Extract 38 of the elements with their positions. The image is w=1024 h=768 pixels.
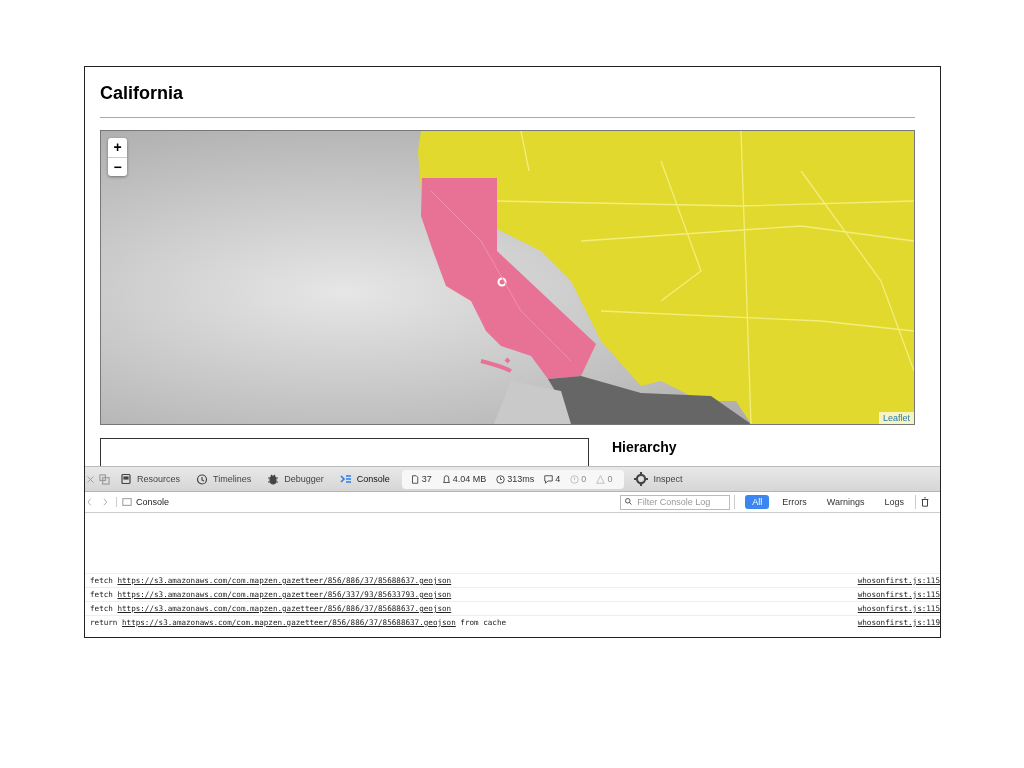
crosshair-icon <box>634 472 649 486</box>
devtools-tab[interactable]: Console <box>333 468 396 490</box>
close-icon <box>86 474 95 484</box>
filter-button[interactable]: All <box>745 495 770 509</box>
bug-icon <box>267 473 280 485</box>
devtools-tab[interactable]: Timelines <box>190 468 258 490</box>
attribution-link[interactable]: Leaflet <box>878 412 914 424</box>
console-icon <box>339 473 352 485</box>
clock-icon <box>196 473 209 485</box>
devtools-tab[interactable]: Debugger <box>261 468 330 490</box>
document-icon <box>410 474 420 484</box>
speech-bubble-icon <box>544 474 554 484</box>
forward-icon <box>102 497 110 507</box>
stat-item[interactable]: 4.04 MB <box>441 474 487 484</box>
stat-item[interactable]: 4 <box>544 474 561 484</box>
page-title: California <box>100 83 184 105</box>
console-window-icon <box>122 497 132 507</box>
map[interactable]: + − Leaflet <box>100 130 915 425</box>
error-icon <box>570 474 580 484</box>
dock-icon <box>99 473 110 485</box>
devtools-tab[interactable]: Resources <box>114 468 187 490</box>
clock-icon <box>496 474 506 484</box>
back-icon <box>86 497 94 507</box>
trash-icon <box>920 496 930 508</box>
zoom-in-button[interactable]: + <box>108 138 127 157</box>
filter-button[interactable]: Warnings <box>819 495 872 509</box>
bell-icon <box>441 474 451 484</box>
stat-item[interactable]: 37 <box>410 474 432 484</box>
filter-button[interactable]: Logs <box>877 495 911 509</box>
inspect-button[interactable]: Inspect <box>628 468 689 490</box>
document-icon <box>120 473 132 485</box>
stat-item[interactable]: 313ms <box>496 474 535 484</box>
filter-button[interactable]: Errors <box>775 495 814 509</box>
filter-field[interactable]: Filter Console Log <box>620 494 731 510</box>
warning-icon <box>596 474 606 484</box>
section-heading: Hierarchy <box>612 439 677 455</box>
zoom-out-button[interactable]: − <box>108 157 127 176</box>
breadcrumb[interactable]: Console <box>116 497 170 507</box>
